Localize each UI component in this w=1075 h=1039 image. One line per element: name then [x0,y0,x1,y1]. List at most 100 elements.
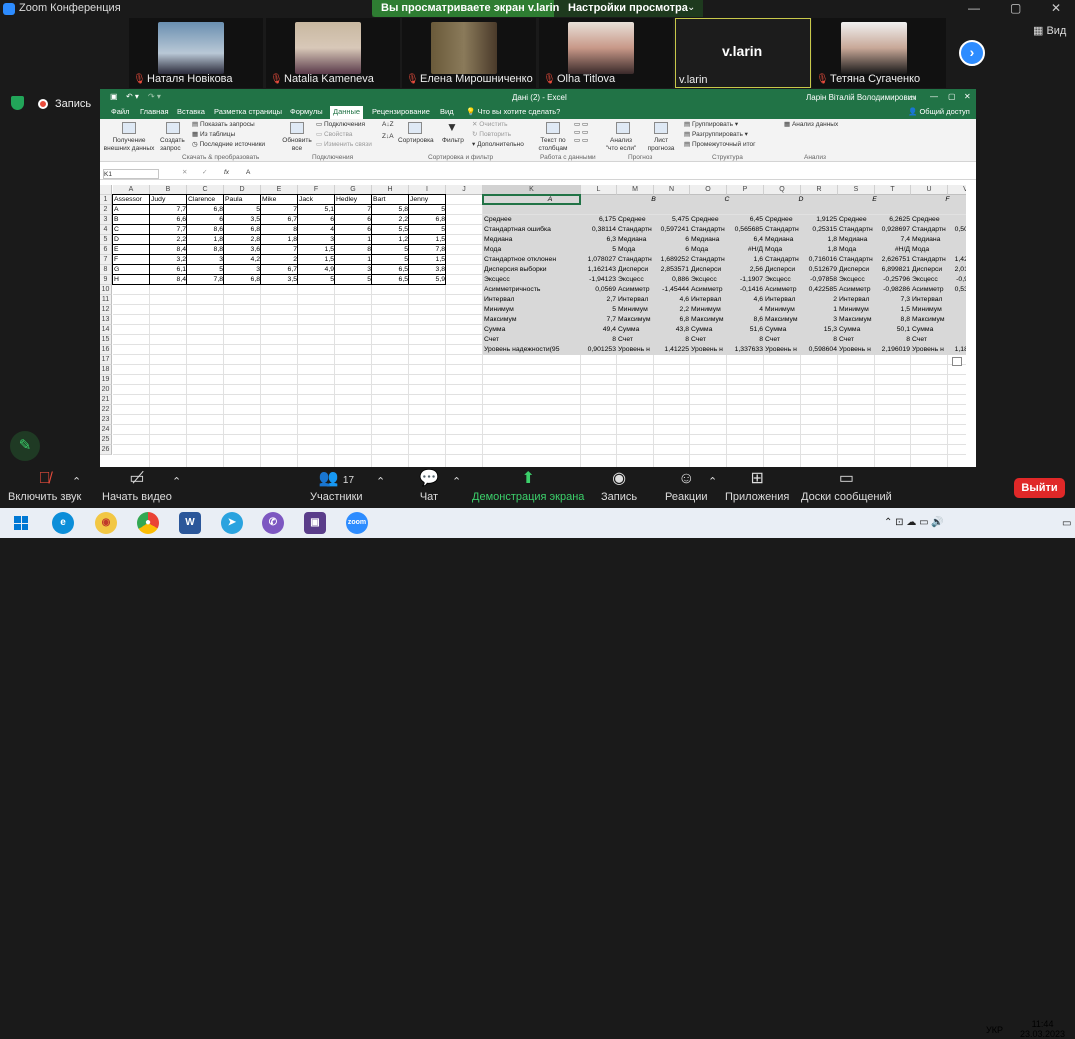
stats-cell[interactable]: 0,533853 [948,285,966,295]
stats-cell[interactable]: #Н/Д [875,245,911,255]
get-external-data-button[interactable]: Получение внешних данных [100,137,158,153]
stats-cell[interactable]: 50,1 [875,325,911,335]
stats-cell[interactable]: Уровень н [690,345,727,355]
refresh-all-button[interactable]: Обновить все [280,137,314,153]
edge-icon[interactable]: e [52,512,74,534]
row-header[interactable]: 19 [100,375,112,385]
stats-header-cell[interactable]: D [764,195,838,205]
stats-cell[interactable]: 1,6 [727,255,764,265]
stats-cell[interactable]: 1,5 [875,305,911,315]
stats-cell[interactable]: Минимум [838,305,875,315]
tab-formulas[interactable]: Формулы [290,107,323,116]
stats-cell[interactable]: 0,597241 [654,225,690,235]
stats-cell[interactable]: 2,196019 [875,345,911,355]
stats-cell[interactable]: 1,5 [948,245,966,255]
stats-cell[interactable]: Стандартн [911,225,948,235]
stats-cell[interactable]: 5 [581,245,617,255]
ribbon-display-icon[interactable]: ▭ [908,93,916,102]
stats-cell[interactable]: Стандартн [764,255,801,265]
column-header[interactable]: L [581,185,617,195]
stats-cell[interactable]: 2,56 [727,265,764,275]
stats-cell[interactable]: Эксцесс [483,275,581,285]
stats-cell[interactable]: Уровень надежности(95 [483,345,581,355]
stats-cell[interactable]: Среднее [690,215,727,225]
stats-cell[interactable]: Счет [690,335,727,345]
stats-cell[interactable]: 1,8 [801,235,838,245]
row-header[interactable]: 26 [100,445,112,455]
stats-cell[interactable]: Среднее [838,215,875,225]
maximize-icon[interactable]: ▢ [1010,1,1021,15]
stats-header-cell[interactable]: F [911,195,966,205]
stats-cell[interactable]: Медиана [911,235,948,245]
stats-cell[interactable]: Сумма [764,325,801,335]
stats-cell[interactable]: 0,422585 [801,285,838,295]
stats-cell[interactable]: 1,421016 [948,255,966,265]
view-options-button[interactable]: Настройки просмотра [568,2,688,14]
stats-cell[interactable]: Максимум [617,315,654,325]
stats-cell[interactable]: -1,94123 [581,275,617,285]
stats-cell[interactable]: Асимметр [690,285,727,295]
stats-cell[interactable]: 1,187999 [948,345,966,355]
stats-cell[interactable]: -0,98286 [875,285,911,295]
stats-cell[interactable]: Интервал [838,295,875,305]
name-box[interactable]: K1 [103,169,159,179]
stats-cell[interactable]: 7,7 [581,315,617,325]
row-header[interactable]: 23 [100,415,112,425]
new-query-button[interactable]: Создать запрос [160,137,190,153]
tell-me-search[interactable]: 💡 Что вы хотите сделать? [466,107,560,116]
stats-cell[interactable]: #Н/Д [727,245,764,255]
tray-icons[interactable]: ⌃ ⊡ ☁ ▭ 🔊 [884,517,944,528]
ungroup-button[interactable]: ▤ Разгруппировать ▾ [684,131,748,139]
column-header[interactable]: V [948,185,966,195]
stats-cell[interactable]: 8 [875,335,911,345]
column-header[interactable]: M [617,185,654,195]
stats-cell[interactable]: 6 [654,235,690,245]
row-header[interactable]: 7 [100,255,112,265]
stats-cell[interactable]: 6,3 [581,235,617,245]
formula-input[interactable]: A [246,169,250,177]
row-header[interactable]: 20 [100,385,112,395]
stats-cell[interactable]: 5,475 [654,215,690,225]
tab-home[interactable]: Главная [140,107,169,116]
stats-cell[interactable]: 1,8 [801,245,838,255]
stats-cell[interactable]: Среднее [911,215,948,225]
stats-cell[interactable]: Интервал [911,295,948,305]
telegram-icon[interactable]: ➤ [221,512,243,534]
stats-cell[interactable]: Минимум [764,305,801,315]
stats-cell[interactable]: -0,97858 [801,275,838,285]
stats-cell[interactable]: Счет [911,335,948,345]
stats-cell[interactable]: Эксцесс [911,275,948,285]
participant-tile[interactable]: 🎙 Наталя Новікова [129,18,263,88]
group-button[interactable]: ▤ Группировать ▾ [684,121,738,129]
row-header[interactable]: 22 [100,405,112,415]
stats-cell[interactable]: 8 [727,335,764,345]
stats-cell[interactable]: 4 [948,295,966,305]
stats-cell[interactable]: Счет [764,335,801,345]
stats-cell[interactable]: Стандартн [764,225,801,235]
quick-analysis-icon[interactable] [952,357,962,366]
stats-cell[interactable]: Медиана [764,235,801,245]
data-tools-icons[interactable]: ▭ ▭ ▭ ▭ ▭ ▭ [574,121,588,145]
stats-cell[interactable]: Среднее [764,215,801,225]
stats-cell[interactable]: 6,899821 [875,265,911,275]
participant-tile[interactable]: 🎙 Елена Мирошниченко [402,18,536,88]
row-header[interactable]: 14 [100,325,112,335]
stats-cell[interactable]: 8,8 [875,315,911,325]
stats-cell[interactable]: Асимметр [838,285,875,295]
stats-cell[interactable]: Мода [483,245,581,255]
stats-cell[interactable]: Максимум [483,315,581,325]
row-header[interactable]: 18 [100,365,112,375]
stats-cell[interactable]: 1,162143 [581,265,617,275]
stats-cell[interactable]: Асимметр [764,285,801,295]
save-app-icon[interactable]: ▣ [304,512,326,534]
minimize-icon[interactable]: — [930,92,938,101]
stats-cell[interactable]: Стандартн [838,255,875,265]
column-header[interactable]: R [801,185,838,195]
stats-cell[interactable]: 7,4 [875,235,911,245]
row-header[interactable]: 17 [100,355,112,365]
stats-cell[interactable]: Дисперсия выборки [483,265,581,275]
column-header[interactable]: S [838,185,875,195]
stats-cell[interactable]: Уровень н [911,345,948,355]
stats-cell[interactable]: 0,598604 [801,345,838,355]
stats-cell[interactable]: Счет [483,335,581,345]
